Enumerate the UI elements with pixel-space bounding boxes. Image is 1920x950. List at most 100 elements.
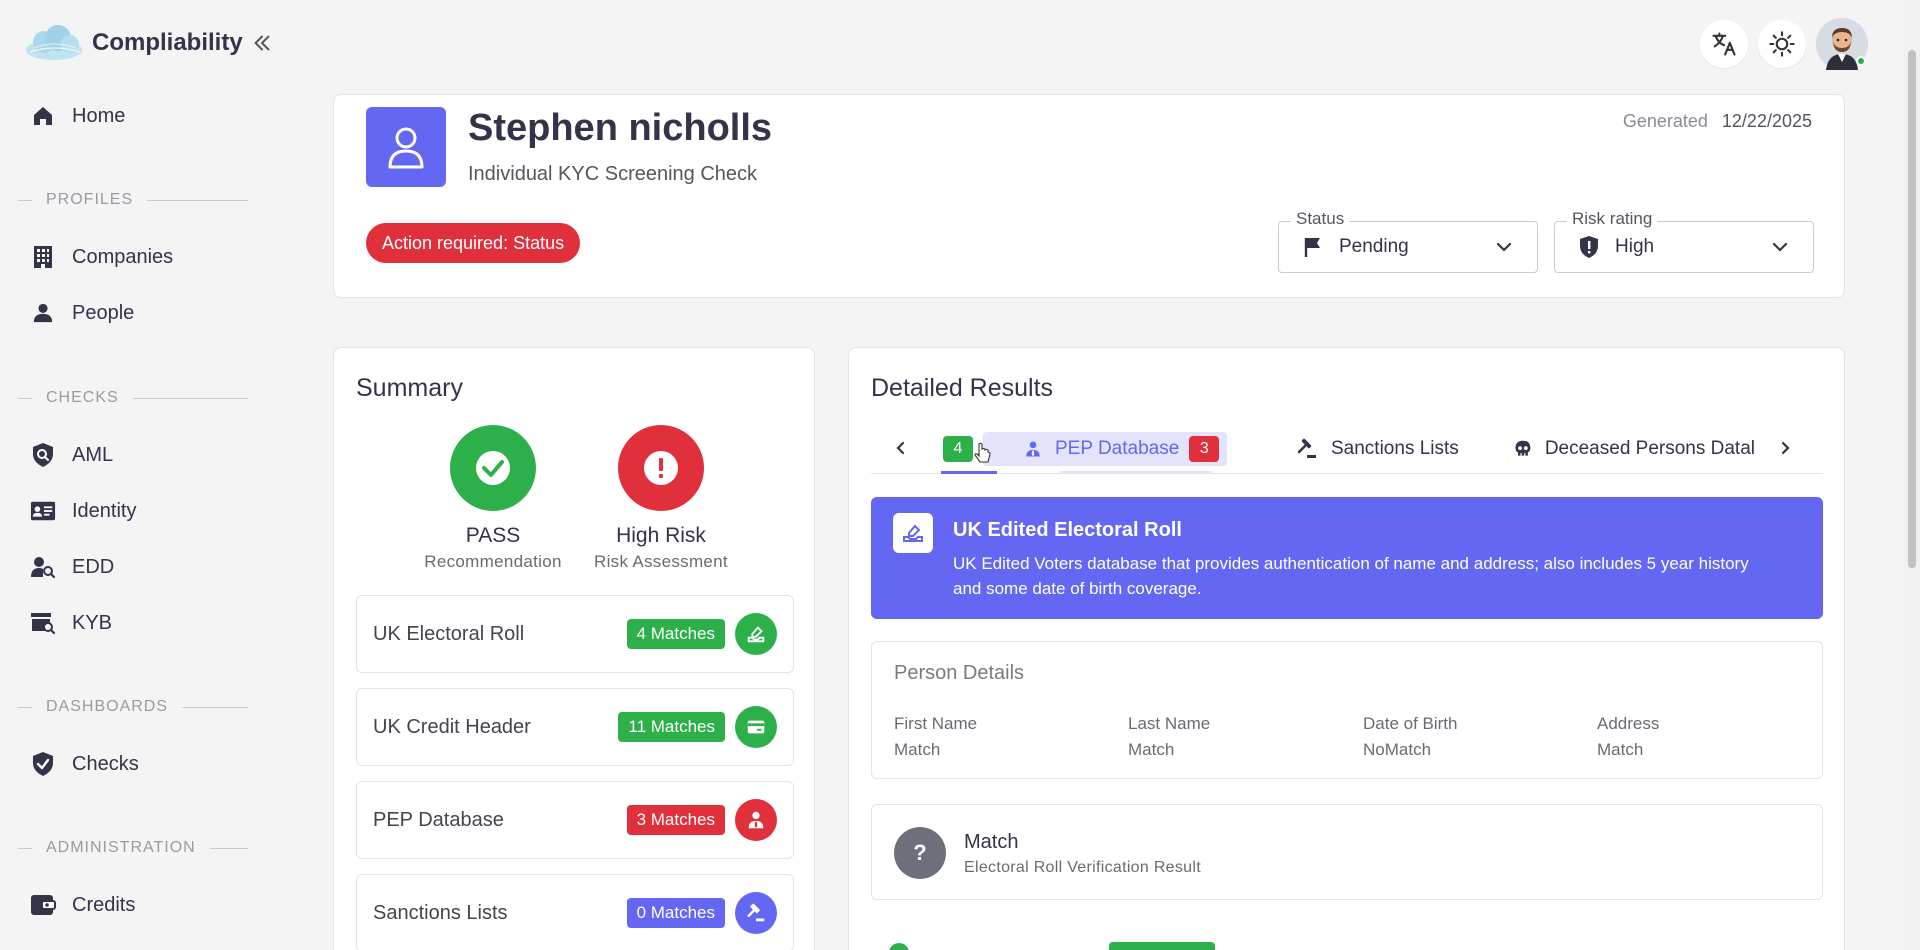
sidebar-item-companies[interactable]: Companies xyxy=(30,237,173,277)
person-tie-icon xyxy=(1026,441,1040,457)
sidebar-item-edd[interactable]: EDD xyxy=(30,547,114,587)
check-circle-icon xyxy=(889,943,909,950)
person-details-panel: Person Details First Name Match Last Nam… xyxy=(871,641,1823,779)
verification-result-title: Match xyxy=(964,831,1019,853)
summary-row-label: UK Electoral Roll xyxy=(373,622,525,645)
sidebar: Home PROFILES Companies People CHECKS AM… xyxy=(0,86,270,950)
sidebar-item-label: KYB xyxy=(72,611,113,634)
risk-rating-select[interactable]: Risk rating High xyxy=(1554,209,1814,273)
alert-icon xyxy=(644,451,678,485)
sidebar-item-aml[interactable]: AML xyxy=(30,435,113,475)
generated-date: 12/22/2025 xyxy=(1721,111,1812,131)
cloud-logo-icon xyxy=(26,25,82,60)
ballot-icon xyxy=(893,513,933,553)
summary-row-sanctions-lists[interactable]: Sanctions Lists 0 Matches xyxy=(356,874,794,950)
cursor-hand-icon xyxy=(974,442,991,463)
translate-icon xyxy=(1712,32,1736,56)
sidebar-item-label: EDD xyxy=(72,555,115,578)
tabs-scroll-left-button[interactable] xyxy=(887,434,915,462)
wallet-icon xyxy=(30,892,56,918)
chevron-down-icon xyxy=(1496,242,1512,252)
recommendation-title: PASS xyxy=(465,524,521,547)
status-select-value: Pending xyxy=(1339,236,1409,257)
tab-deceased-persons[interactable]: Deceased Persons Datal xyxy=(1513,432,1755,466)
scrollbar-thumb[interactable] xyxy=(1908,50,1916,568)
risk-indicator xyxy=(618,425,704,511)
sun-icon xyxy=(1769,31,1795,57)
sidebar-item-people[interactable]: People xyxy=(30,293,134,333)
summary-row-label: Sanctions Lists xyxy=(373,901,508,924)
match-count-badge: 4 Matches xyxy=(626,619,725,649)
sidebar-item-home[interactable]: Home xyxy=(30,96,125,136)
sidebar-item-identity[interactable]: Identity xyxy=(30,491,136,531)
next-section-peek xyxy=(889,938,1215,950)
chevron-right-icon xyxy=(1781,441,1790,455)
tab-uk-electoral-roll[interactable]: 4 xyxy=(943,432,973,466)
detail-value: Match xyxy=(894,740,941,759)
sidebar-item-checks[interactable]: Checks xyxy=(30,744,139,784)
tab-pep-database[interactable]: PEP Database 3 xyxy=(974,432,1228,466)
top-actions xyxy=(1700,18,1868,70)
double-chevron-left-icon[interactable] xyxy=(251,32,273,54)
person-search-icon xyxy=(30,554,56,580)
banner-title: UK Edited Electoral Roll xyxy=(953,519,1182,541)
translate-button[interactable] xyxy=(1700,20,1748,68)
pass-indicator xyxy=(450,425,536,511)
building-icon xyxy=(30,244,56,270)
detail-value: Match xyxy=(1597,740,1644,759)
sidebar-item-label: Credits xyxy=(72,893,136,916)
business-search-icon xyxy=(30,610,56,636)
gavel-icon xyxy=(735,892,777,934)
tab-label: PEP Database xyxy=(1055,438,1180,459)
detail-date-of-birth: Date of Birth NoMatch xyxy=(1363,714,1458,760)
tabs-scroll-right-button[interactable] xyxy=(1771,434,1799,462)
page-subtitle: Individual KYC Screening Check xyxy=(468,163,758,185)
app-name: Compliability xyxy=(92,29,243,56)
sidebar-item-credits[interactable]: Credits xyxy=(30,885,135,925)
status-select[interactable]: Status Pending xyxy=(1278,209,1538,273)
theme-toggle-button[interactable] xyxy=(1758,20,1806,68)
brand[interactable]: Compliability xyxy=(24,24,273,62)
active-tab-indicator xyxy=(941,471,997,474)
summary-row-uk-credit-header[interactable]: UK Credit Header 11 Matches xyxy=(356,688,794,766)
tab-sanctions-lists[interactable]: Sanctions Lists xyxy=(1295,432,1459,466)
detail-address: Address Match xyxy=(1597,714,1659,760)
tab-hover-indicator xyxy=(1061,471,1211,474)
section-administration: ADMINISTRATION xyxy=(18,839,248,857)
risk-select-value: High xyxy=(1615,236,1655,257)
detail-last-name: Last Name Match xyxy=(1128,714,1210,760)
banner-description: UK Edited Voters database that provides … xyxy=(953,554,1749,598)
shield-search-icon xyxy=(30,442,56,468)
check-icon xyxy=(476,451,510,485)
match-count-badge: 0 Matches xyxy=(626,898,725,928)
person-icon xyxy=(30,300,56,326)
page-scrollbar[interactable] xyxy=(1904,0,1920,950)
detail-key: First Name xyxy=(894,714,978,733)
summary-card: Summary PASS Recommendation High Risk Ri… xyxy=(333,347,815,950)
person-tie-icon xyxy=(735,799,777,841)
risk-title: High Risk xyxy=(616,524,706,547)
section-label: ADMINISTRATION xyxy=(46,839,196,856)
sidebar-item-label: Identity xyxy=(72,499,137,522)
shield-check-icon xyxy=(30,751,56,777)
person-outline-icon xyxy=(388,127,424,169)
detail-key: Address xyxy=(1597,714,1660,733)
section-label: DASHBOARDS xyxy=(46,698,169,715)
top-bar: Compliability xyxy=(0,0,1920,86)
detail-key: Last Name xyxy=(1128,714,1211,733)
action-required-badge[interactable]: Action required: Status xyxy=(366,223,581,263)
summary-row-label: UK Credit Header xyxy=(373,715,531,738)
detailed-results-card: Detailed Results 4 PEP Database 3 Sancti… xyxy=(848,347,1845,950)
risk-select-label: Risk rating xyxy=(1567,209,1658,229)
generated-label: Generated xyxy=(1622,111,1708,131)
detail-key: Date of Birth xyxy=(1363,714,1458,733)
summary-row-pep-database[interactable]: PEP Database 3 Matches xyxy=(356,781,794,859)
summary-row-uk-electoral-roll[interactable]: UK Electoral Roll 4 Matches xyxy=(356,595,794,673)
sidebar-item-kyb[interactable]: KYB xyxy=(30,603,112,643)
recommendation-subtitle: Recommendation xyxy=(424,552,562,571)
summary-title: Summary xyxy=(356,374,463,402)
sidebar-item-label: People xyxy=(72,301,135,324)
avatar[interactable] xyxy=(1816,18,1868,70)
section-label: PROFILES xyxy=(46,191,134,208)
sidebar-item-label: AML xyxy=(72,443,114,466)
